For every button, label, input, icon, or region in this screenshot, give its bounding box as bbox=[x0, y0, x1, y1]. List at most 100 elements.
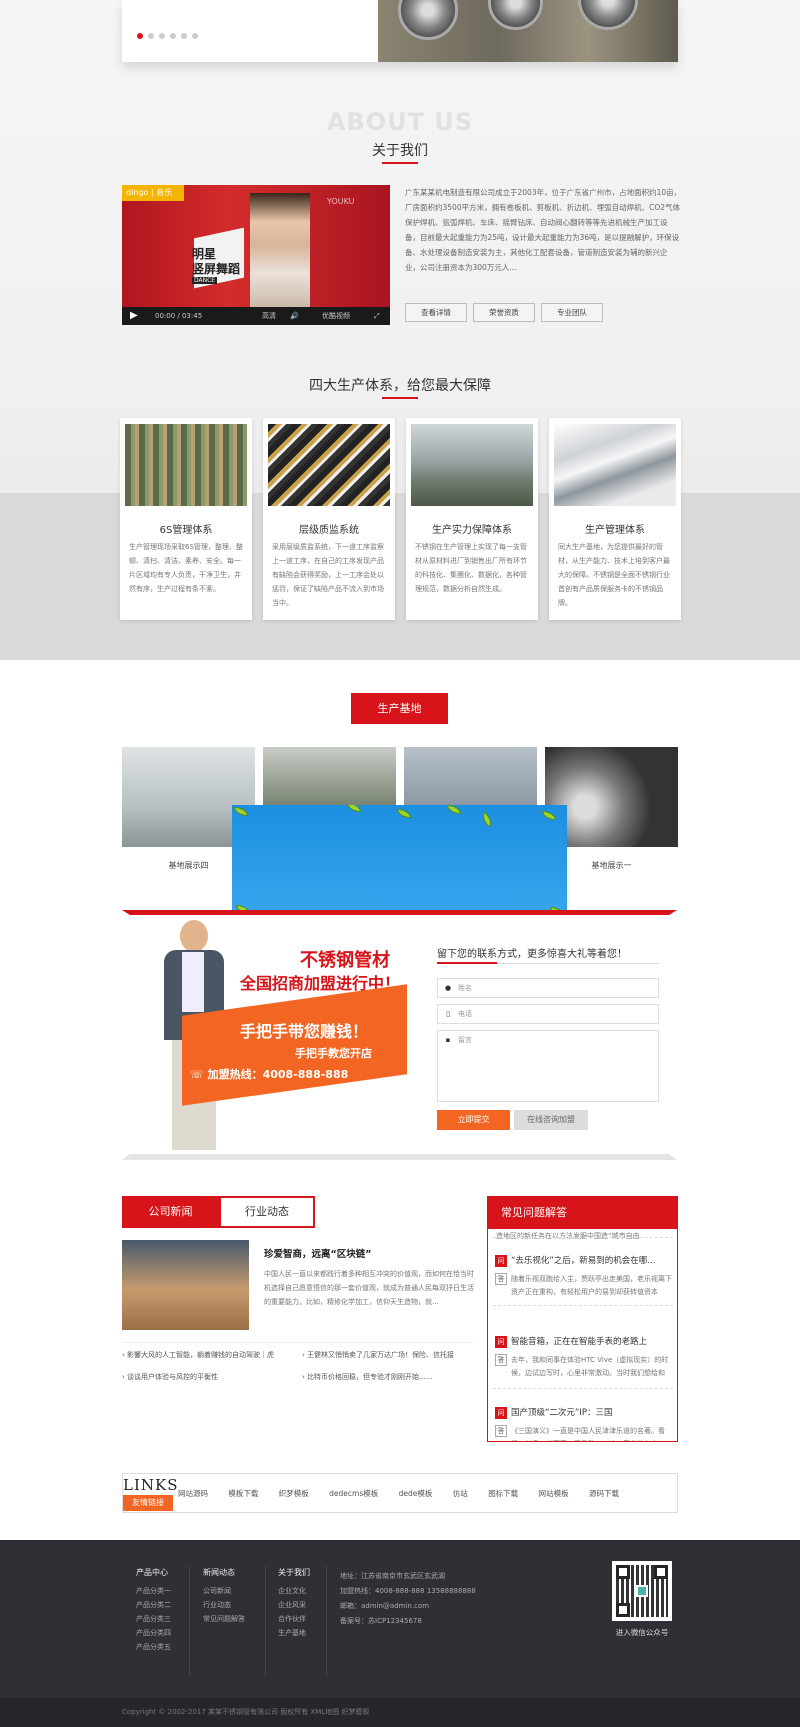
video-time: 00:00 / 03:45 bbox=[155, 312, 203, 320]
news-summary: 中国人民一直以来都践行着多种相互冲突的价值观，而如何在恰当时机选择自己愿意悟信的… bbox=[264, 1270, 474, 1306]
link-item[interactable]: 源码下载 bbox=[589, 1489, 619, 1498]
footer-column: 产品中心 产品分类一 产品分类二 产品分类三 产品分类四 产品分类五 bbox=[136, 1566, 171, 1654]
system-card[interactable]: 6S管理体系 生产管理现场采取6S管理，整理、整顿、清扫、清洁、素养、安全。每一… bbox=[120, 418, 252, 620]
slider-dot[interactable] bbox=[170, 33, 176, 39]
faq-question[interactable]: 问 “去乐视化”之后，新易到的机会在哪... bbox=[495, 1254, 677, 1267]
footer-link[interactable]: 企业文化 bbox=[278, 1584, 310, 1598]
video-player[interactable]: dingo | 音乐 明星 竖屏舞蹈 DANCE YOUKU ▶ 00:00 /… bbox=[122, 185, 390, 325]
slider-dot[interactable] bbox=[181, 33, 187, 39]
chat-icon: ▪ bbox=[445, 1036, 451, 1044]
footer-link[interactable]: 产品分类三 bbox=[136, 1612, 171, 1626]
system-card[interactable]: 生产实力保障体系 不锈钢在生产管理上实现了每一支管材从原材料进厂到销售出厂所有环… bbox=[406, 418, 538, 620]
phone-field[interactable]: ▯ 电话 bbox=[437, 1004, 659, 1024]
footer-link[interactable]: 产品分类五 bbox=[136, 1640, 171, 1654]
card-title: 6S管理体系 bbox=[159, 525, 213, 536]
banner-text: 手把手带您赚钱！ bbox=[240, 1022, 369, 1041]
link-item[interactable]: 织梦模板 bbox=[279, 1489, 309, 1498]
honor-button[interactable]: 荣誉资质 bbox=[473, 303, 535, 322]
play-icon[interactable]: ▶ bbox=[130, 307, 138, 325]
slider-dot[interactable] bbox=[159, 33, 165, 39]
tab-industry-news[interactable]: 行业动态 bbox=[219, 1196, 315, 1228]
slider-dot[interactable] bbox=[192, 33, 198, 39]
footer-contact: 地址：江苏省南京市玄武区玄武湖 加盟热线：4008-888-888 135888… bbox=[340, 1569, 476, 1629]
footer-column: 新闻动态 公司新闻 行业动态 常见问题解答 bbox=[203, 1566, 245, 1626]
about-text: 广东某某机电制造有限公司成立于2003年，位于广东省广州市，占地面积约10亩，厂… bbox=[405, 188, 682, 272]
contact-address: 地址：江苏省南京市玄武区玄武湖 bbox=[340, 1572, 445, 1580]
contact-email: 邮箱：admin@admin.com bbox=[340, 1602, 430, 1610]
fullscreen-icon[interactable]: ⤢ bbox=[374, 307, 380, 325]
footer-link[interactable]: 企业风采 bbox=[278, 1598, 310, 1612]
form-title-underline bbox=[437, 962, 497, 964]
team-button[interactable]: 专业团队 bbox=[541, 303, 603, 322]
footer-link[interactable]: 生产基地 bbox=[278, 1626, 310, 1640]
workshop-image bbox=[411, 424, 533, 506]
contact-icp: 备案号：苏ICP12345678 bbox=[340, 1617, 422, 1625]
link-item[interactable]: dede模板 bbox=[399, 1489, 433, 1498]
production-base-button[interactable]: 生产基地 bbox=[351, 693, 448, 724]
footer-link[interactable]: 产品分类一 bbox=[136, 1584, 171, 1598]
footer-link[interactable]: 合作伙伴 bbox=[278, 1612, 310, 1626]
systems-title: 四大生产体系，给您最大保障 bbox=[309, 378, 491, 394]
footer-link[interactable]: 常见问题解答 bbox=[203, 1612, 245, 1626]
card-desc: 采用层级质监系统，下一道工序监察上一道工序，在自己的工序发现产品有缺陷会获得奖励… bbox=[272, 543, 384, 607]
contact-phone: 加盟热线：4008-888-888 13588888888 bbox=[340, 1587, 476, 1595]
footer-link[interactable]: 产品分类四 bbox=[136, 1626, 171, 1640]
form-title: 留下您的联系方式，更多惊喜大礼等着您！ bbox=[437, 949, 627, 960]
news-tabs: 公司新闻 行业动态 bbox=[122, 1196, 315, 1228]
news-list-item[interactable]: › 比特币价格回稳，但专验才刚刚开始...... bbox=[302, 1372, 432, 1382]
system-card[interactable]: 层级质监系统 采用层级质监系统，下一道工序监察上一道工序，在自己的工序发现产品有… bbox=[263, 418, 395, 620]
hotline-text: 加盟热线：4008-888-888 bbox=[207, 1068, 349, 1081]
slider-image-steel-coils bbox=[378, 0, 678, 62]
view-details-button[interactable]: 查看详情 bbox=[405, 303, 467, 322]
footer-link[interactable]: 公司新闻 bbox=[203, 1584, 245, 1598]
volume-icon[interactable]: 🔊 bbox=[290, 307, 299, 325]
name-field[interactable]: ● 姓名 bbox=[437, 978, 659, 998]
faq-title: 常见问题解答 bbox=[488, 1197, 677, 1229]
friend-links: LINKS 友情链接 网站源码 模板下载 织梦模板 dedecms模板 dede… bbox=[122, 1473, 678, 1513]
video-controls: ▶ 00:00 / 03:45 高清 🔊 优酷视频 ⤢ bbox=[122, 307, 390, 325]
qr-caption: 进入微信公众号 bbox=[615, 1628, 669, 1637]
link-item[interactable]: 网站模板 bbox=[539, 1489, 569, 1498]
news-list-item[interactable]: › 影響大风的人工智能，躺着赚钱的自动驾驶｜虎 bbox=[122, 1350, 274, 1360]
footer-link[interactable]: 行业动态 bbox=[203, 1598, 245, 1612]
join-headline: 不锈钢管材 bbox=[300, 950, 390, 971]
news-image[interactable] bbox=[122, 1240, 249, 1330]
faq-question[interactable]: 问智能音箱，正在在智能手表的老路上 bbox=[495, 1335, 677, 1348]
message-field[interactable]: ▪ 留言 bbox=[437, 1030, 659, 1102]
news-list-item[interactable]: › 王健林又悄悄卖了几家万达广场！保险、信托接 bbox=[302, 1350, 454, 1360]
tab-company-news[interactable]: 公司新闻 bbox=[122, 1196, 219, 1228]
about-ghost-title: ABOUT US bbox=[326, 108, 474, 136]
card-desc: 生产管理现场采取6S管理，整理、整顿、清扫、清洁、素养、安全。每一片区域均有专人… bbox=[129, 543, 243, 593]
about-title: 关于我们 bbox=[372, 143, 428, 159]
title-underline bbox=[382, 397, 418, 399]
qr-code-icon bbox=[612, 1561, 672, 1621]
links-title: LINKS bbox=[123, 1476, 179, 1494]
faq-question[interactable]: 问国产顶级“二次元”IP：三国 bbox=[495, 1406, 677, 1419]
online-consult-button[interactable]: 在线咨询加盟 bbox=[514, 1110, 588, 1130]
answer-icon: 答 bbox=[495, 1425, 507, 1437]
card-title: 生产管理体系 bbox=[585, 525, 645, 536]
news-list-item[interactable]: › 谈谈用户体验与风控的平衡性 bbox=[122, 1372, 218, 1382]
music-logo: dingo | 音乐 bbox=[122, 185, 184, 201]
youku-link[interactable]: 优酷视频 bbox=[322, 307, 350, 325]
popup-ad-overlay[interactable] bbox=[232, 805, 567, 922]
footer-heading: 关于我们 bbox=[278, 1568, 310, 1577]
link-item[interactable]: 网站源码 bbox=[178, 1489, 208, 1498]
faq-answer: 答《三国演义》一直是中国人民津津乐道的名著。看播、刘备、诸葛亮、司马懿……这一系… bbox=[495, 1425, 675, 1441]
faq-answer: 造地区的新任务在以方法发服中国造“城市自由 bbox=[496, 1232, 640, 1240]
card-title: 层级质监系统 bbox=[299, 525, 359, 536]
user-icon: ● bbox=[444, 984, 452, 992]
link-item[interactable]: 图标下载 bbox=[488, 1489, 518, 1498]
slider-dot[interactable] bbox=[148, 33, 154, 39]
link-item[interactable]: 模板下载 bbox=[228, 1489, 258, 1498]
submit-button[interactable]: 立即提交 bbox=[437, 1110, 510, 1130]
system-card[interactable]: 生产管理体系 同大生产基地，为您提供最好的管材，从生产能力、技术上培到客户最大的… bbox=[549, 418, 681, 620]
news-headline[interactable]: 珍爱智商，远离“区块链” bbox=[264, 1246, 372, 1260]
steel-pipes-image bbox=[268, 424, 390, 506]
footer-link[interactable]: 产品分类二 bbox=[136, 1598, 171, 1612]
link-item[interactable]: 仿站 bbox=[453, 1489, 468, 1498]
link-item[interactable]: dedecms模板 bbox=[329, 1489, 378, 1498]
quality-button[interactable]: 高清 bbox=[262, 307, 276, 325]
slider-dot[interactable] bbox=[137, 33, 143, 39]
footer-column: 关于我们 企业文化 企业风采 合作伙伴 生产基地 bbox=[278, 1566, 310, 1640]
